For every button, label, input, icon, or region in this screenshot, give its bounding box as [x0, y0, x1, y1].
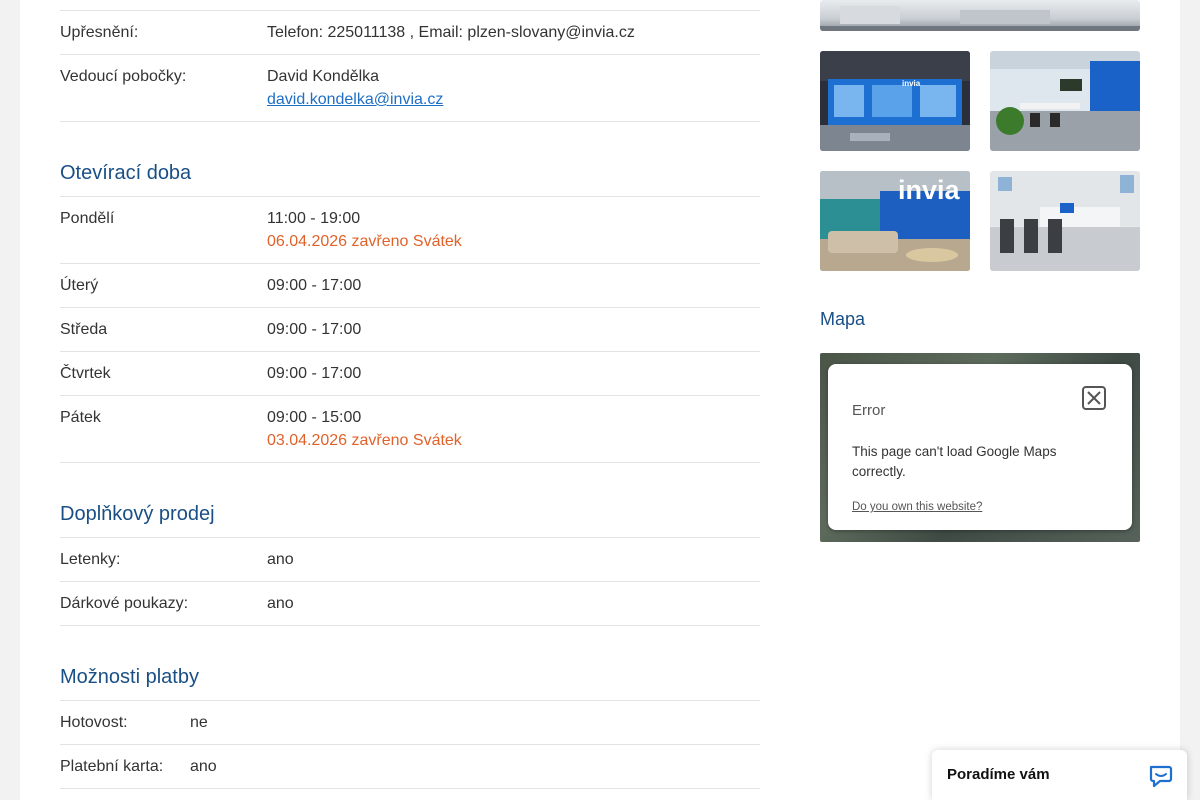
manager-name: David Kondělka	[267, 68, 380, 85]
day-label: Pátek	[60, 409, 101, 426]
branch-photo-main[interactable]	[820, 0, 1140, 31]
payment-label: Hotovost:	[60, 714, 128, 731]
lounge-logo-text: invia	[898, 175, 960, 205]
divider	[60, 10, 760, 11]
extra-sales-label: Letenky:	[60, 551, 121, 568]
hours-row-friday: Pátek 09:00 - 15:00 03.04.2026 zavřeno S…	[60, 406, 760, 463]
extra-sales-label: Dárkové poukazy:	[60, 595, 189, 612]
extra-sales-title: Doplňkový prodej	[60, 503, 215, 525]
chat-bubble-icon[interactable]	[1148, 764, 1174, 788]
storefront-logo-text: invia	[902, 79, 921, 88]
extra-sales-header: Doplňkový prodej	[60, 501, 760, 538]
holiday-note: 06.04.2026 zavřeno Svátek	[267, 233, 462, 250]
specification-value: Telefon: 225011138 , Email: plzen-slovan…	[267, 24, 635, 41]
specification-row: Upřesnění: Telefon: 225011138 , Email: p…	[60, 21, 760, 55]
hours-row-wednesday: Středa 09:00 - 17:00	[60, 318, 760, 352]
branch-photo-desk[interactable]	[990, 171, 1140, 271]
hours-value: 09:00 - 15:00 03.04.2026 zavřeno Svátek	[267, 406, 462, 452]
opening-hours-title: Otevírací doba	[60, 162, 192, 184]
manager-label: Vedoucí pobočky:	[60, 68, 187, 85]
hours-row-monday: Pondělí 11:00 - 19:00 06.04.2026 zavřeno…	[60, 207, 760, 264]
hours-value: 11:00 - 19:00 06.04.2026 zavřeno Svátek	[267, 207, 462, 253]
manager-value: David Kondělka david.kondelka@invia.cz	[267, 65, 443, 111]
extra-sales-row-flights: Letenky: ano	[60, 548, 760, 582]
map-error-message: This page can't load Google Maps correct…	[852, 444, 1057, 479]
extra-sales-value: ano	[267, 595, 294, 612]
day-label: Úterý	[60, 277, 99, 294]
google-map[interactable]: Error This page can't load Google Maps c…	[820, 353, 1140, 542]
day-label: Čtvrtek	[60, 365, 111, 382]
holiday-note: 03.04.2026 zavřeno Svátek	[267, 432, 462, 449]
payment-title: Možnosti platby	[60, 666, 199, 688]
map-error-title: Error	[852, 402, 886, 419]
payment-value: ano	[190, 758, 217, 775]
manager-email-link[interactable]: david.kondelka@invia.cz	[267, 91, 443, 108]
chat-widget[interactable]: Poradíme vám	[932, 750, 1187, 800]
branch-photo-storefront[interactable]: invia	[820, 51, 970, 151]
hours-time: 11:00 - 19:00	[267, 210, 361, 227]
payment-header: Možnosti platby	[60, 664, 760, 701]
branch-photo-lounge[interactable]: invia	[820, 171, 970, 271]
chat-label: Poradíme vám	[947, 766, 1050, 783]
branch-photo-office[interactable]	[990, 51, 1140, 151]
payment-label: Platební karta:	[60, 758, 164, 775]
map-error-dialog: Error This page can't load Google Maps c…	[828, 364, 1132, 530]
payment-row-cash: Hotovost: ne	[60, 711, 760, 745]
extra-sales-value: ano	[267, 551, 294, 568]
payment-value: ne	[190, 714, 208, 731]
map-title: Mapa	[820, 309, 866, 329]
opening-hours-header: Otevírací doba	[60, 160, 760, 197]
hours-row-thursday: Čtvrtek 09:00 - 17:00	[60, 362, 760, 396]
hours-time: 09:00 - 15:00	[267, 409, 362, 426]
map-owner-link[interactable]: Do you own this website?	[852, 501, 982, 513]
manager-row: Vedoucí pobočky: David Kondělka david.ko…	[60, 65, 760, 122]
hours-time: 09:00 - 17:00	[267, 365, 362, 382]
payment-row-card: Platební karta: ano	[60, 755, 760, 789]
specification-label: Upřesnění:	[60, 24, 139, 41]
close-icon[interactable]	[1082, 386, 1106, 410]
hours-row-tuesday: Úterý 09:00 - 17:00	[60, 274, 760, 308]
day-label: Pondělí	[60, 210, 115, 227]
hours-time: 09:00 - 17:00	[267, 321, 362, 338]
hours-time: 09:00 - 17:00	[267, 277, 362, 294]
day-label: Středa	[60, 321, 108, 338]
extra-sales-row-vouchers: Dárkové poukazy: ano	[60, 592, 760, 626]
